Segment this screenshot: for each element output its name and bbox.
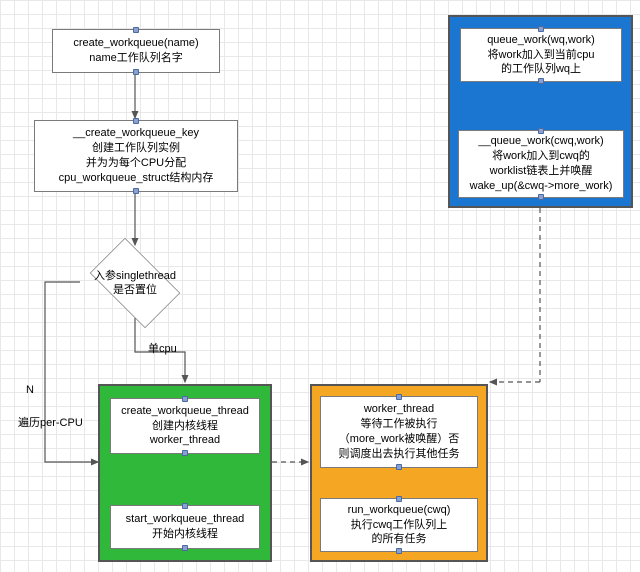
text: 开始内核线程 — [152, 527, 218, 542]
text: cpu_workqueue_struct结构内存 — [59, 171, 214, 186]
node-start-workqueue-thread: start_workqueue_thread 开始内核线程 — [110, 505, 260, 549]
node-create-workqueue: create_workqueue(name) name工作队列名字 — [52, 29, 220, 73]
text: name工作队列名字 — [89, 51, 183, 66]
decision-singlethread: 入参singlethread 是否置位 — [80, 248, 190, 318]
text: 并为为每个CPU分配 — [86, 156, 186, 171]
node-run-workqueue: run_workqueue(cwq) 执行cwq工作队列上 的所有任务 — [320, 498, 478, 552]
text: queue_work(wq,work) — [487, 33, 595, 48]
text: __queue_work(cwq,work) — [478, 134, 603, 149]
text: 将work加入到当前cpu — [488, 48, 595, 63]
text: 是否置位 — [94, 283, 176, 297]
node-queue-work: queue_work(wq,work) 将work加入到当前cpu 的工作队列w… — [460, 28, 622, 82]
node-create-workqueue-thread: create_workqueue_thread 创建内核线程 worker_th… — [110, 398, 260, 454]
text: 创建工作队列实例 — [92, 141, 180, 156]
text: （more_work被唤醒）否 — [339, 432, 459, 447]
text: start_workqueue_thread — [126, 512, 245, 527]
text: run_workqueue(cwq) — [348, 503, 451, 518]
node-queue-work-inner: __queue_work(cwq,work) 将work加入到cwq的 work… — [458, 130, 624, 198]
text: create_workqueue_thread — [121, 404, 249, 419]
text: 创建内核线程 — [152, 419, 218, 434]
text: 的所有任务 — [372, 532, 427, 547]
text: worker_thread — [364, 402, 434, 417]
text: worklist链表上并唤醒 — [490, 164, 593, 179]
text: worker_thread — [150, 433, 220, 448]
text: create_workqueue(name) — [73, 36, 198, 51]
text: __create_workqueue_key — [73, 126, 199, 141]
text: wake_up(&cwq->more_work) — [470, 179, 613, 194]
text: 将work加入到cwq的 — [492, 149, 590, 164]
label-n: N — [26, 384, 34, 396]
label-loop-per-cpu: 遍历per-CPU — [18, 414, 83, 430]
node-create-workqueue-key: __create_workqueue_key 创建工作队列实例 并为为每个CPU… — [34, 120, 238, 192]
text: 入参singlethread — [94, 269, 176, 283]
text: 则调度出去执行其他任务 — [339, 447, 460, 462]
text: 的工作队列wq上 — [501, 62, 581, 77]
text: 执行cwq工作队列上 — [351, 518, 448, 533]
label-single-cpu: 单cpu — [148, 340, 177, 356]
node-worker-thread: worker_thread 等待工作被执行 （more_work被唤醒）否 则调… — [320, 396, 478, 468]
text: 等待工作被执行 — [361, 417, 438, 432]
